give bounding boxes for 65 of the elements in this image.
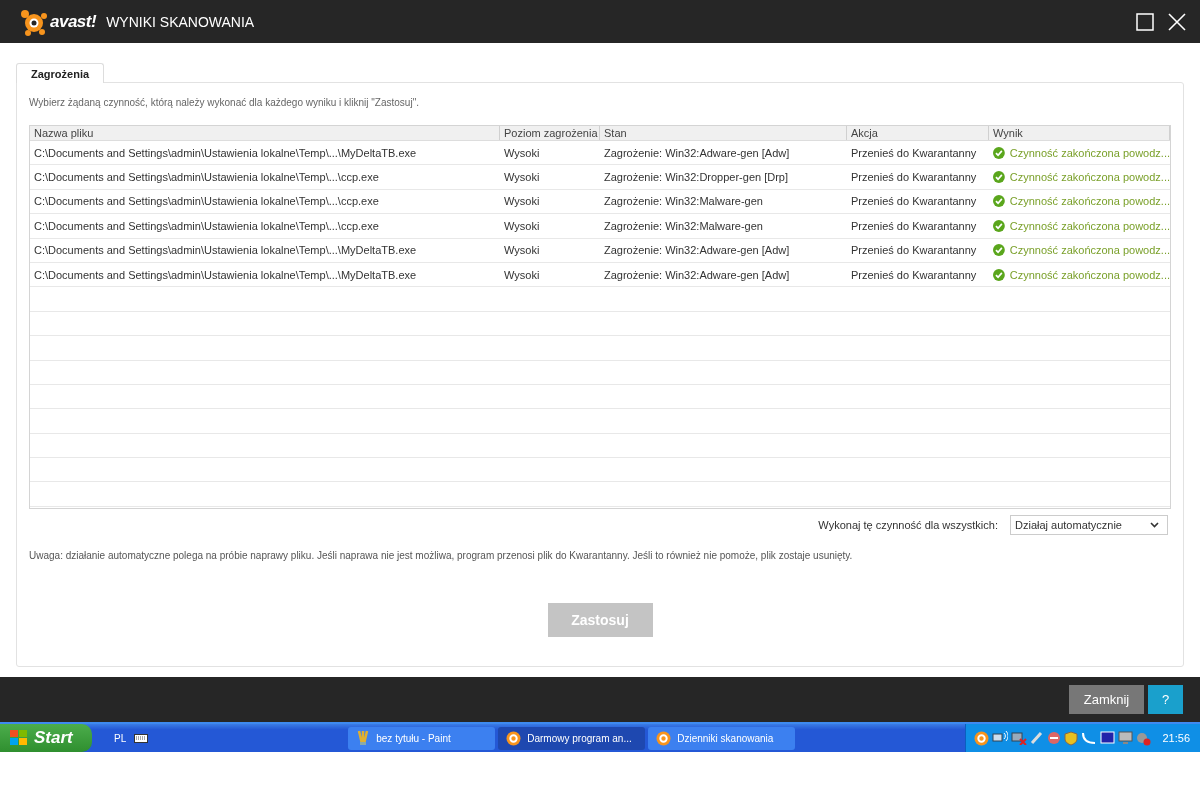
table-cell-text: Wysoki [503,146,541,159]
tab[interactable]: Zagrożenia [16,63,105,83]
table-cell-text: Przenieś do Kwarantanny [850,146,978,159]
clock: 21:56 [1162,732,1190,744]
table-cell: Czynność zakończona powodz... [1009,244,1170,257]
table-cell-text: C:\Documents and Settings\admin\Ustawienia lokalne\Temp\...\MyDeltaTB.exe [33,244,418,257]
table-cell: Czynność zakończona powodz... [1009,195,1170,208]
language-indicator[interactable]: PL [114,732,127,744]
close-icon[interactable] [1168,12,1186,31]
column-header[interactable]: Nazwa pliku [30,126,500,140]
avast-icon[interactable] [974,730,990,746]
table-cell-text: Wysoki [503,195,541,208]
note-text: Uwaga: działanie automatyczne polega na próbie naprawy pliku. Jeśli naprawa nie jest możliwa, program przenosi plik do Kwarantanny. Jeśli to również nie pomoże, plik zostaje usunięty. [29,550,854,561]
table-cell-text: C:\Documents and Settings\admin\Ustawienia lokalne\Temp\...\MyDeltaTB.exe [33,146,418,159]
paint-brushes-icon [356,730,371,746]
column-header[interactable]: Akcja [847,126,989,140]
table-cell-text: Zagrożenie: Win32:Adware-gen [Adw] [603,244,791,257]
table-cell-text: Zagrożenie: Win32:Adware-gen [Adw] [603,268,791,281]
table-cell-text: Wysoki [503,268,541,281]
table-cell-text: Wysoki [503,219,541,232]
instruction-text: Wybierz żądaną czynność, którą należy wykonać dla każdego wyniku i kliknij "Zastosuj". [29,97,420,108]
keyboard-icon[interactable] [134,733,149,743]
avast-icon [656,730,672,746]
blocked-icon[interactable] [1047,731,1062,745]
table-cell-text: Wysoki [503,171,541,184]
table-cell-text: Przenieś do Kwarantanny [850,219,978,232]
apply-all-label: Wykonaj tę czynność dla wszystkich: [818,519,998,531]
table-cell-text: Zagrożenie: Win32:Dropper-gen [Drp] [603,171,790,184]
avast-icon [506,730,522,746]
table-cell-text: Przenieś do Kwarantanny [850,268,978,281]
table-cell-text: Przenieś do Kwarantanny [850,195,978,208]
table-cell-text: Przenieś do Kwarantanny [850,171,978,184]
column-header[interactable]: Poziom zagrożenia [500,126,600,140]
action-dropdown[interactable]: Działaj automatycznie [1010,515,1168,535]
close-button[interactable]: Zamknij [1069,685,1144,714]
table-cell: Czynność zakończona powodz... [1009,146,1170,159]
network-disconnected-icon[interactable] [1011,731,1028,745]
column-header[interactable]: Wynik [989,126,1170,140]
shield-icon[interactable] [1064,730,1079,746]
table-cell-text: C:\Documents and Settings\admin\Ustawienia lokalne\Temp\...\MyDeltaTB.exe [33,268,418,281]
table-cell: Czynność zakończona powodz... [1009,171,1170,184]
table-cell-text: C:\Documents and Settings\admin\Ustawienia lokalne\Temp\...\ccp.exe [33,171,380,184]
table-cell: Czynność zakończona powodz... [1009,219,1170,232]
taskbar-button[interactable]: Dzienniki skanowania [648,726,796,750]
table-cell-text: C:\Documents and Settings\admin\Ustawienia lokalne\Temp\...\ccp.exe [33,219,380,232]
table-cell: Czynność zakończona powodz... [1009,268,1170,281]
maximize-icon[interactable] [1136,12,1154,31]
window-title: WYNIKI SKANOWANIA [106,13,255,30]
windows-logo-icon [10,730,28,746]
taskbar-button[interactable]: Darmowy program an... [498,726,646,750]
network-icon[interactable] [992,731,1009,745]
table-cell-text: Wysoki [503,244,541,257]
table-cell-text: Zagrożenie: Win32:Malware-gen [603,195,764,208]
chevron-icon [1150,522,1159,528]
logo-text: avast! [50,11,97,32]
pen-icon[interactable] [1030,731,1045,745]
table-cell-text: C:\Documents and Settings\admin\Ustawienia lokalne\Temp\...\ccp.exe [33,195,380,208]
taskbar-button[interactable]: bez tytułu - Paint [348,726,496,750]
column-header[interactable]: Stan [600,126,847,140]
monitor-icon[interactable] [1100,731,1116,745]
table-cell-text: Zagrożenie: Win32:Adware-gen [Adw] [603,146,791,159]
table-cell-text: Zagrożenie: Win32:Malware-gen [603,219,764,232]
logo-icon [20,7,48,36]
computer-icon[interactable] [1118,731,1134,745]
table-cell-text: Przenieś do Kwarantanny [850,244,978,257]
